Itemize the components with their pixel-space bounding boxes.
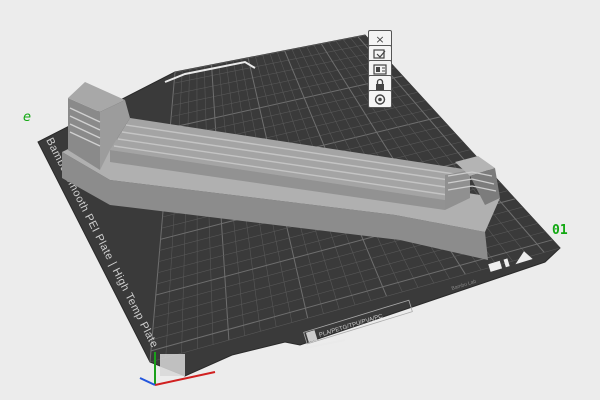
- plate-settings-button[interactable]: [368, 90, 392, 108]
- settings-icon: [374, 93, 386, 105]
- plate-corner-mark: e: [23, 110, 31, 125]
- remove-plate-icon: ×: [375, 32, 385, 46]
- arrange-icon: [373, 63, 387, 75]
- build-plate-viewport[interactable]: Bambu Smooth PEI Plate | High Temp Plate…: [0, 0, 600, 400]
- auto-orient-icon: [373, 48, 386, 59]
- lock-icon: [376, 78, 384, 90]
- plate-number: 01: [552, 223, 568, 238]
